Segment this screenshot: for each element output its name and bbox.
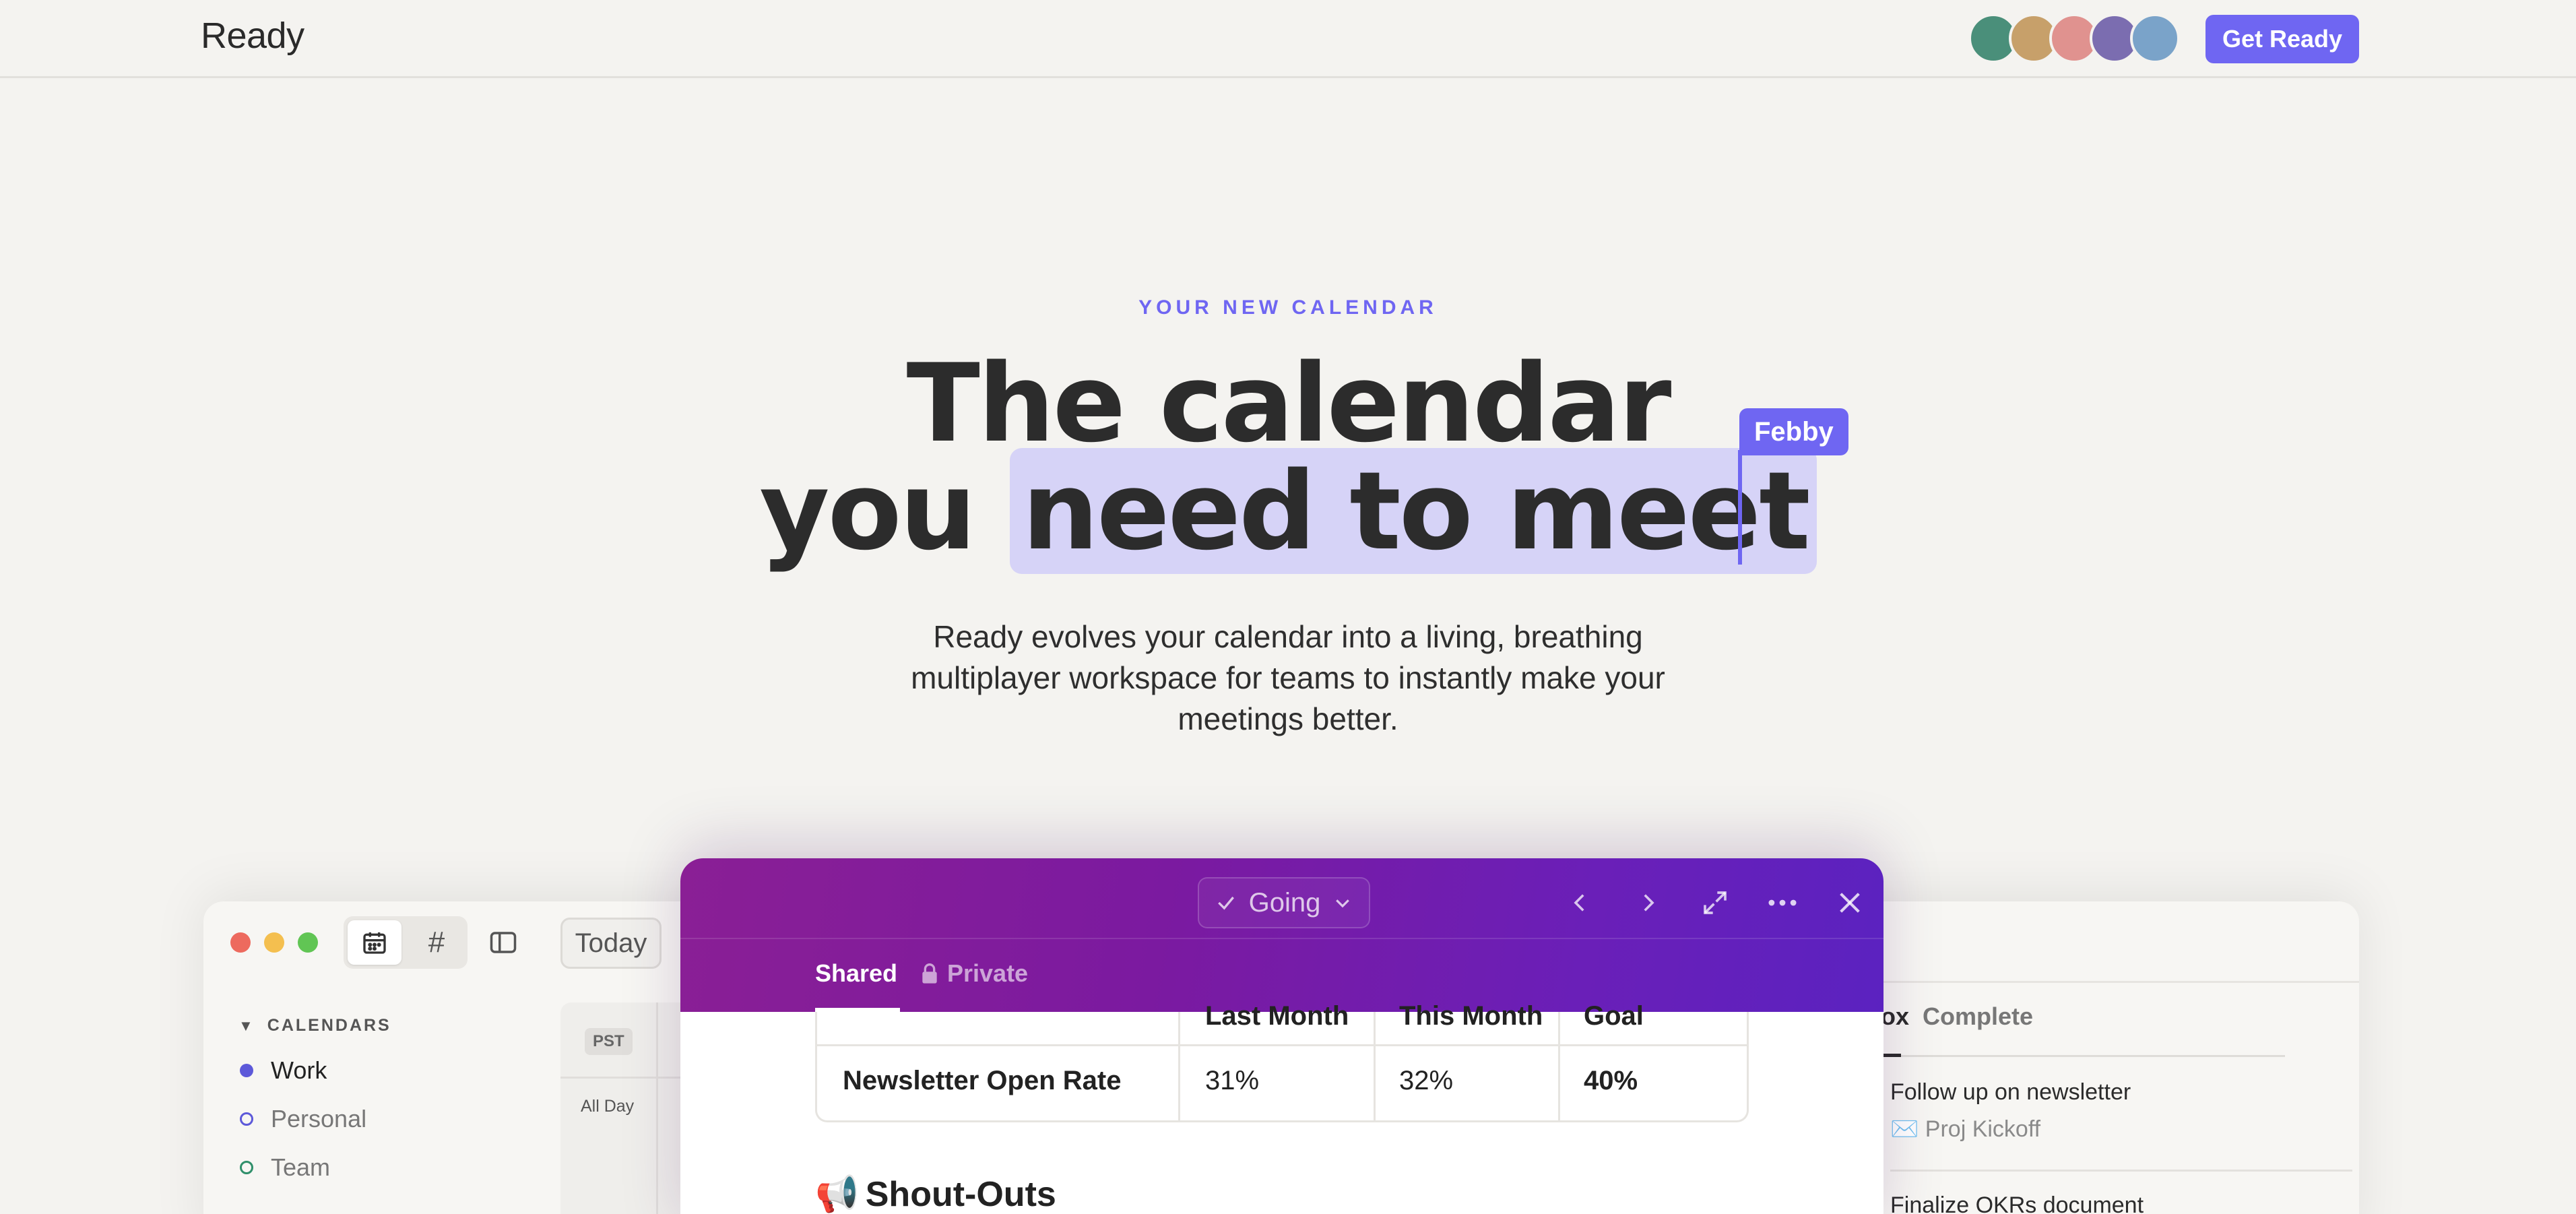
collab-cursor-label: Febby bbox=[1739, 408, 1848, 455]
hashtag-icon[interactable]: # bbox=[410, 920, 463, 965]
event-modal: Going Shared Private Last Month This Mon… bbox=[680, 858, 1883, 1214]
rsvp-dropdown[interactable]: Going bbox=[1198, 877, 1370, 928]
calendar-color-dot bbox=[240, 1112, 253, 1126]
section-heading: 📢 Shout-Outs bbox=[815, 1174, 1056, 1214]
task-divider bbox=[1890, 1170, 2352, 1172]
calendar-item-label: Team bbox=[271, 1153, 331, 1181]
hero-subcopy: Ready evolves your calendar into a livin… bbox=[911, 619, 1665, 736]
sidebar-toggle-icon[interactable] bbox=[486, 926, 520, 959]
tab-private[interactable]: Private bbox=[920, 959, 1028, 988]
table-cell: 31% bbox=[1205, 1066, 1260, 1095]
table-header-cell: This Month bbox=[1399, 1001, 1543, 1031]
calendars-heading[interactable]: ▼ CALENDARS bbox=[238, 1016, 391, 1035]
minimize-window-dot[interactable] bbox=[264, 932, 284, 953]
tabs-divider bbox=[1881, 1055, 2285, 1057]
chevron-down-icon bbox=[1336, 899, 1350, 908]
view-switcher: # bbox=[344, 916, 468, 969]
tab-shared[interactable]: Shared bbox=[815, 959, 897, 988]
chevron-left-icon[interactable] bbox=[1560, 883, 1601, 923]
tasks-panel: ox Complete Follow up on newsletter ✉️ P… bbox=[1881, 901, 2359, 1214]
avatar bbox=[2130, 13, 2180, 63]
timezone-badge[interactable]: PST bbox=[585, 1028, 633, 1055]
panel-divider bbox=[1881, 981, 2359, 983]
modal-header: Going Shared Private bbox=[680, 858, 1883, 1012]
today-button[interactable]: Today bbox=[560, 918, 662, 969]
table-divider bbox=[1374, 1012, 1376, 1120]
rsvp-label: Going bbox=[1248, 887, 1321, 918]
top-nav: Ready Get Ready bbox=[0, 0, 2576, 78]
headline-plain: you bbox=[759, 448, 976, 574]
grid-divider bbox=[656, 1002, 658, 1214]
more-icon[interactable] bbox=[1762, 883, 1803, 923]
check-icon bbox=[1217, 896, 1234, 910]
calendar-item-personal[interactable]: Personal bbox=[240, 1105, 366, 1133]
hero-eyebrow: YOUR NEW CALENDAR bbox=[1138, 296, 1438, 319]
table-divider bbox=[1178, 1012, 1180, 1120]
tab-complete[interactable]: Complete bbox=[1923, 1002, 2033, 1031]
table-header-cell: Last Month bbox=[1205, 1001, 1349, 1031]
zoom-window-dot[interactable] bbox=[298, 932, 318, 953]
table-cell: 40% bbox=[1584, 1066, 1638, 1095]
task-title[interactable]: Finalize OKRs document bbox=[1890, 1192, 2144, 1214]
table-divider bbox=[1558, 1012, 1560, 1120]
hero-headline-line2: you need to meet bbox=[0, 448, 2576, 574]
task-subtitle: ✉️ Proj Kickoff bbox=[1890, 1116, 2041, 1142]
collab-cursor bbox=[1738, 450, 1742, 565]
lock-icon bbox=[922, 963, 937, 984]
calendar-color-dot bbox=[240, 1064, 253, 1077]
get-ready-button[interactable]: Get Ready bbox=[2205, 15, 2359, 63]
logo[interactable]: Ready bbox=[201, 15, 304, 57]
section-heading-label: Shout-Outs bbox=[865, 1174, 1056, 1214]
hero-headline-line1: The calendar bbox=[906, 340, 1672, 466]
calendar-item-label: Work bbox=[271, 1056, 327, 1084]
calendar-color-dot bbox=[240, 1161, 253, 1174]
chevron-right-icon[interactable] bbox=[1628, 883, 1668, 923]
metrics-table: Last Month This Month Goal Newsletter Op… bbox=[815, 1001, 1749, 1122]
calendar-item-work[interactable]: Work bbox=[240, 1056, 327, 1085]
active-tab-indicator bbox=[1881, 1054, 1901, 1057]
caret-down-icon: ▼ bbox=[238, 1017, 255, 1034]
close-icon[interactable] bbox=[1830, 883, 1870, 923]
tab-private-label: Private bbox=[947, 959, 1029, 987]
table-cell: 32% bbox=[1399, 1066, 1454, 1095]
tab-inbox[interactable]: ox bbox=[1881, 1002, 1909, 1031]
calendar-item-label: Personal bbox=[271, 1105, 367, 1132]
megaphone-icon: 📢 bbox=[815, 1175, 859, 1214]
calendar-view-icon[interactable] bbox=[348, 920, 401, 965]
headline-highlight: need to meet bbox=[1010, 448, 1817, 574]
header-divider bbox=[680, 938, 1883, 939]
calendar-item-team[interactable]: Team bbox=[240, 1153, 330, 1182]
table-header-cell: Goal bbox=[1584, 1001, 1644, 1031]
table-divider bbox=[817, 1044, 1747, 1046]
calendars-heading-label: CALENDARS bbox=[267, 1016, 391, 1035]
table-cell: Newsletter Open Rate bbox=[843, 1066, 1122, 1095]
close-window-dot[interactable] bbox=[230, 932, 251, 953]
task-title[interactable]: Follow up on newsletter bbox=[1890, 1079, 2131, 1106]
expand-icon[interactable] bbox=[1695, 883, 1735, 923]
all-day-label: All Day bbox=[581, 1097, 635, 1116]
